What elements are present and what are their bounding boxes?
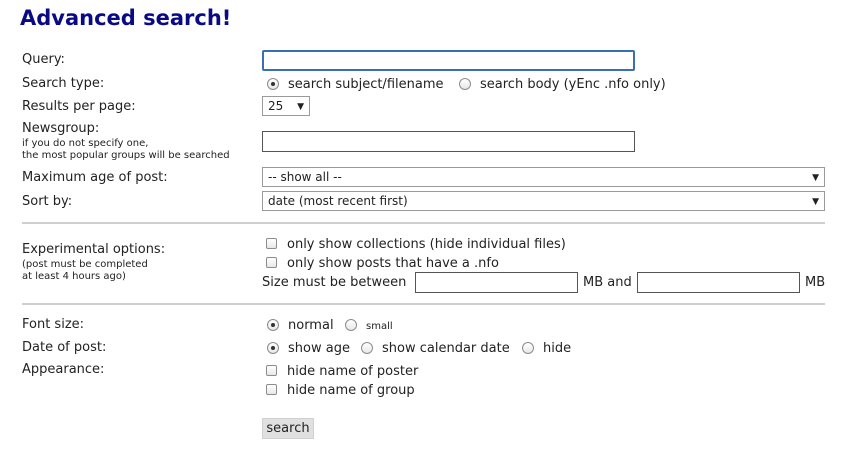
hide-date-radio[interactable] — [522, 342, 534, 354]
hide-group-checkbox[interactable] — [266, 384, 277, 395]
search-body-radio[interactable] — [459, 78, 471, 90]
show-calendar-date-label: show calendar date — [382, 341, 510, 356]
only-nfo-label: only show posts that have a .nfo — [287, 256, 499, 271]
hide-date-label: hide — [543, 341, 572, 356]
mb-and-label: MB and — [583, 275, 632, 290]
chevron-down-icon: ▼ — [812, 173, 819, 183]
newsgroup-note-2: the most popular groups will be searched — [22, 150, 230, 161]
experimental-note-1: (post must be completed — [22, 259, 148, 270]
size-range-label: Size must be between — [262, 275, 407, 290]
hide-group-label: hide name of group — [287, 383, 415, 398]
appearance-label: Appearance: — [22, 362, 105, 377]
hide-poster-checkbox[interactable] — [266, 365, 277, 376]
search-subject-label: search subject/filename — [288, 77, 444, 92]
page-title: Advanced search! — [20, 6, 232, 30]
sort-by-value: date (most recent first) — [268, 194, 408, 208]
sort-by-label: Sort by: — [22, 194, 73, 209]
only-collections-checkbox[interactable] — [266, 238, 277, 249]
sort-by-select[interactable]: date (most recent first) ▼ — [262, 191, 825, 211]
newsgroup-label: Newsgroup: — [22, 121, 100, 136]
show-calendar-date-radio[interactable] — [361, 342, 373, 354]
experimental-note-2: at least 4 hours ago) — [22, 271, 126, 282]
newsgroup-note-1: if you do not specify one, — [22, 138, 149, 149]
search-subject-radio[interactable] — [267, 78, 279, 90]
newsgroup-input[interactable] — [262, 131, 635, 152]
font-small-radio[interactable] — [345, 319, 357, 331]
search-body-label: search body (yEnc .nfo only) — [480, 77, 666, 92]
divider — [22, 222, 825, 224]
chevron-down-icon: ▼ — [297, 102, 304, 112]
max-age-label: Maximum age of post: — [22, 170, 168, 185]
max-age-select[interactable]: -- show all -- ▼ — [262, 167, 825, 187]
query-label: Query: — [22, 52, 65, 67]
only-collections-label: only show collections (hide individual f… — [287, 237, 566, 252]
show-age-radio[interactable] — [267, 342, 279, 354]
max-age-value: -- show all -- — [268, 170, 342, 184]
results-per-page-label: Results per page: — [22, 99, 136, 114]
results-per-page-select[interactable]: 25 ▼ — [262, 96, 310, 116]
show-age-label: show age — [288, 341, 350, 356]
font-size-label: Font size: — [22, 317, 85, 332]
font-small-label: small — [366, 321, 393, 332]
date-of-post-label: Date of post: — [22, 340, 107, 355]
search-type-label: Search type: — [22, 76, 105, 91]
hide-poster-label: hide name of poster — [287, 364, 419, 379]
query-input[interactable] — [262, 50, 635, 71]
size-min-input[interactable] — [415, 272, 578, 293]
mb-label: MB — [805, 275, 826, 290]
font-normal-radio[interactable] — [267, 319, 279, 331]
divider — [22, 303, 825, 305]
chevron-down-icon: ▼ — [812, 197, 819, 207]
results-per-page-value: 25 — [268, 99, 284, 113]
font-normal-label: normal — [288, 318, 334, 333]
search-button[interactable]: search — [262, 418, 314, 439]
size-max-input[interactable] — [637, 272, 800, 293]
experimental-label: Experimental options: — [22, 242, 166, 257]
only-nfo-checkbox[interactable] — [266, 257, 277, 268]
